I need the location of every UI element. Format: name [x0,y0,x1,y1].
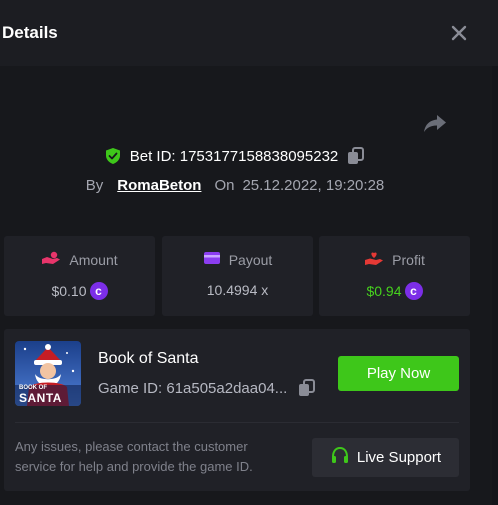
bet-owner-row: By RomaBeton On 25.12.2022, 19:20:28 [0,174,470,196]
profit-card: Profit $0.94 c [319,236,470,316]
payout-card: Payout 10.4994 x [162,236,313,316]
payout-value: 10.4994 x [206,282,269,298]
bet-id-row: Bet ID: 1753177158838095232 [0,144,470,168]
user-link[interactable]: RomaBeton [117,177,201,194]
profit-label: Profit [392,251,425,268]
amount-label: Amount [69,251,118,268]
live-support-button[interactable]: Live Support [312,438,459,477]
game-thumbnail[interactable]: BOOK OF SANTA [15,341,81,406]
copy-icon[interactable] [346,146,366,166]
bet-id-text: Bet ID: 1753177158838095232 [129,147,339,165]
support-message: Any issues, please contact the customer … [15,439,253,474]
amount-value: $0.10 [51,283,87,299]
close-icon[interactable] [448,22,470,44]
game-name[interactable]: Book of Santa [98,350,199,368]
coin-icon: c [89,282,108,300]
payout-label: Payout [228,251,273,268]
divider [15,422,459,423]
hand-coins-icon [41,250,61,269]
profit-value: $0.94 [366,283,402,299]
play-now-button[interactable]: Play Now [338,356,459,391]
scrollbar[interactable] [492,66,498,505]
game-card: BOOK OF SANTA Book of Santa Game ID: 61a… [4,329,470,491]
live-support-label: Live Support [356,449,442,466]
bet-datetime: 25.12.2022, 19:20:28 [242,176,385,194]
modal-title: Details [2,23,58,42]
hand-heart-icon [364,250,384,269]
wallet-icon [203,250,221,269]
share-icon[interactable] [423,112,447,134]
bet-details-modal: Details Bet ID: 1753177158838095232 By R… [0,0,498,505]
headset-icon [330,446,350,470]
game-id-row: Game ID: 61a505a2daa04... [98,378,317,398]
amount-card: Amount $0.10 c [4,236,155,316]
shield-check-icon [104,147,122,165]
coin-icon: c [404,282,423,300]
copy-icon[interactable] [297,378,317,398]
on-label: On [214,176,235,194]
thumb-title-bottom: SANTA [19,391,62,405]
modal-header: Details [0,0,498,66]
game-id-text: Game ID: 61a505a2daa04... [98,379,288,397]
by-label: By [85,176,104,194]
